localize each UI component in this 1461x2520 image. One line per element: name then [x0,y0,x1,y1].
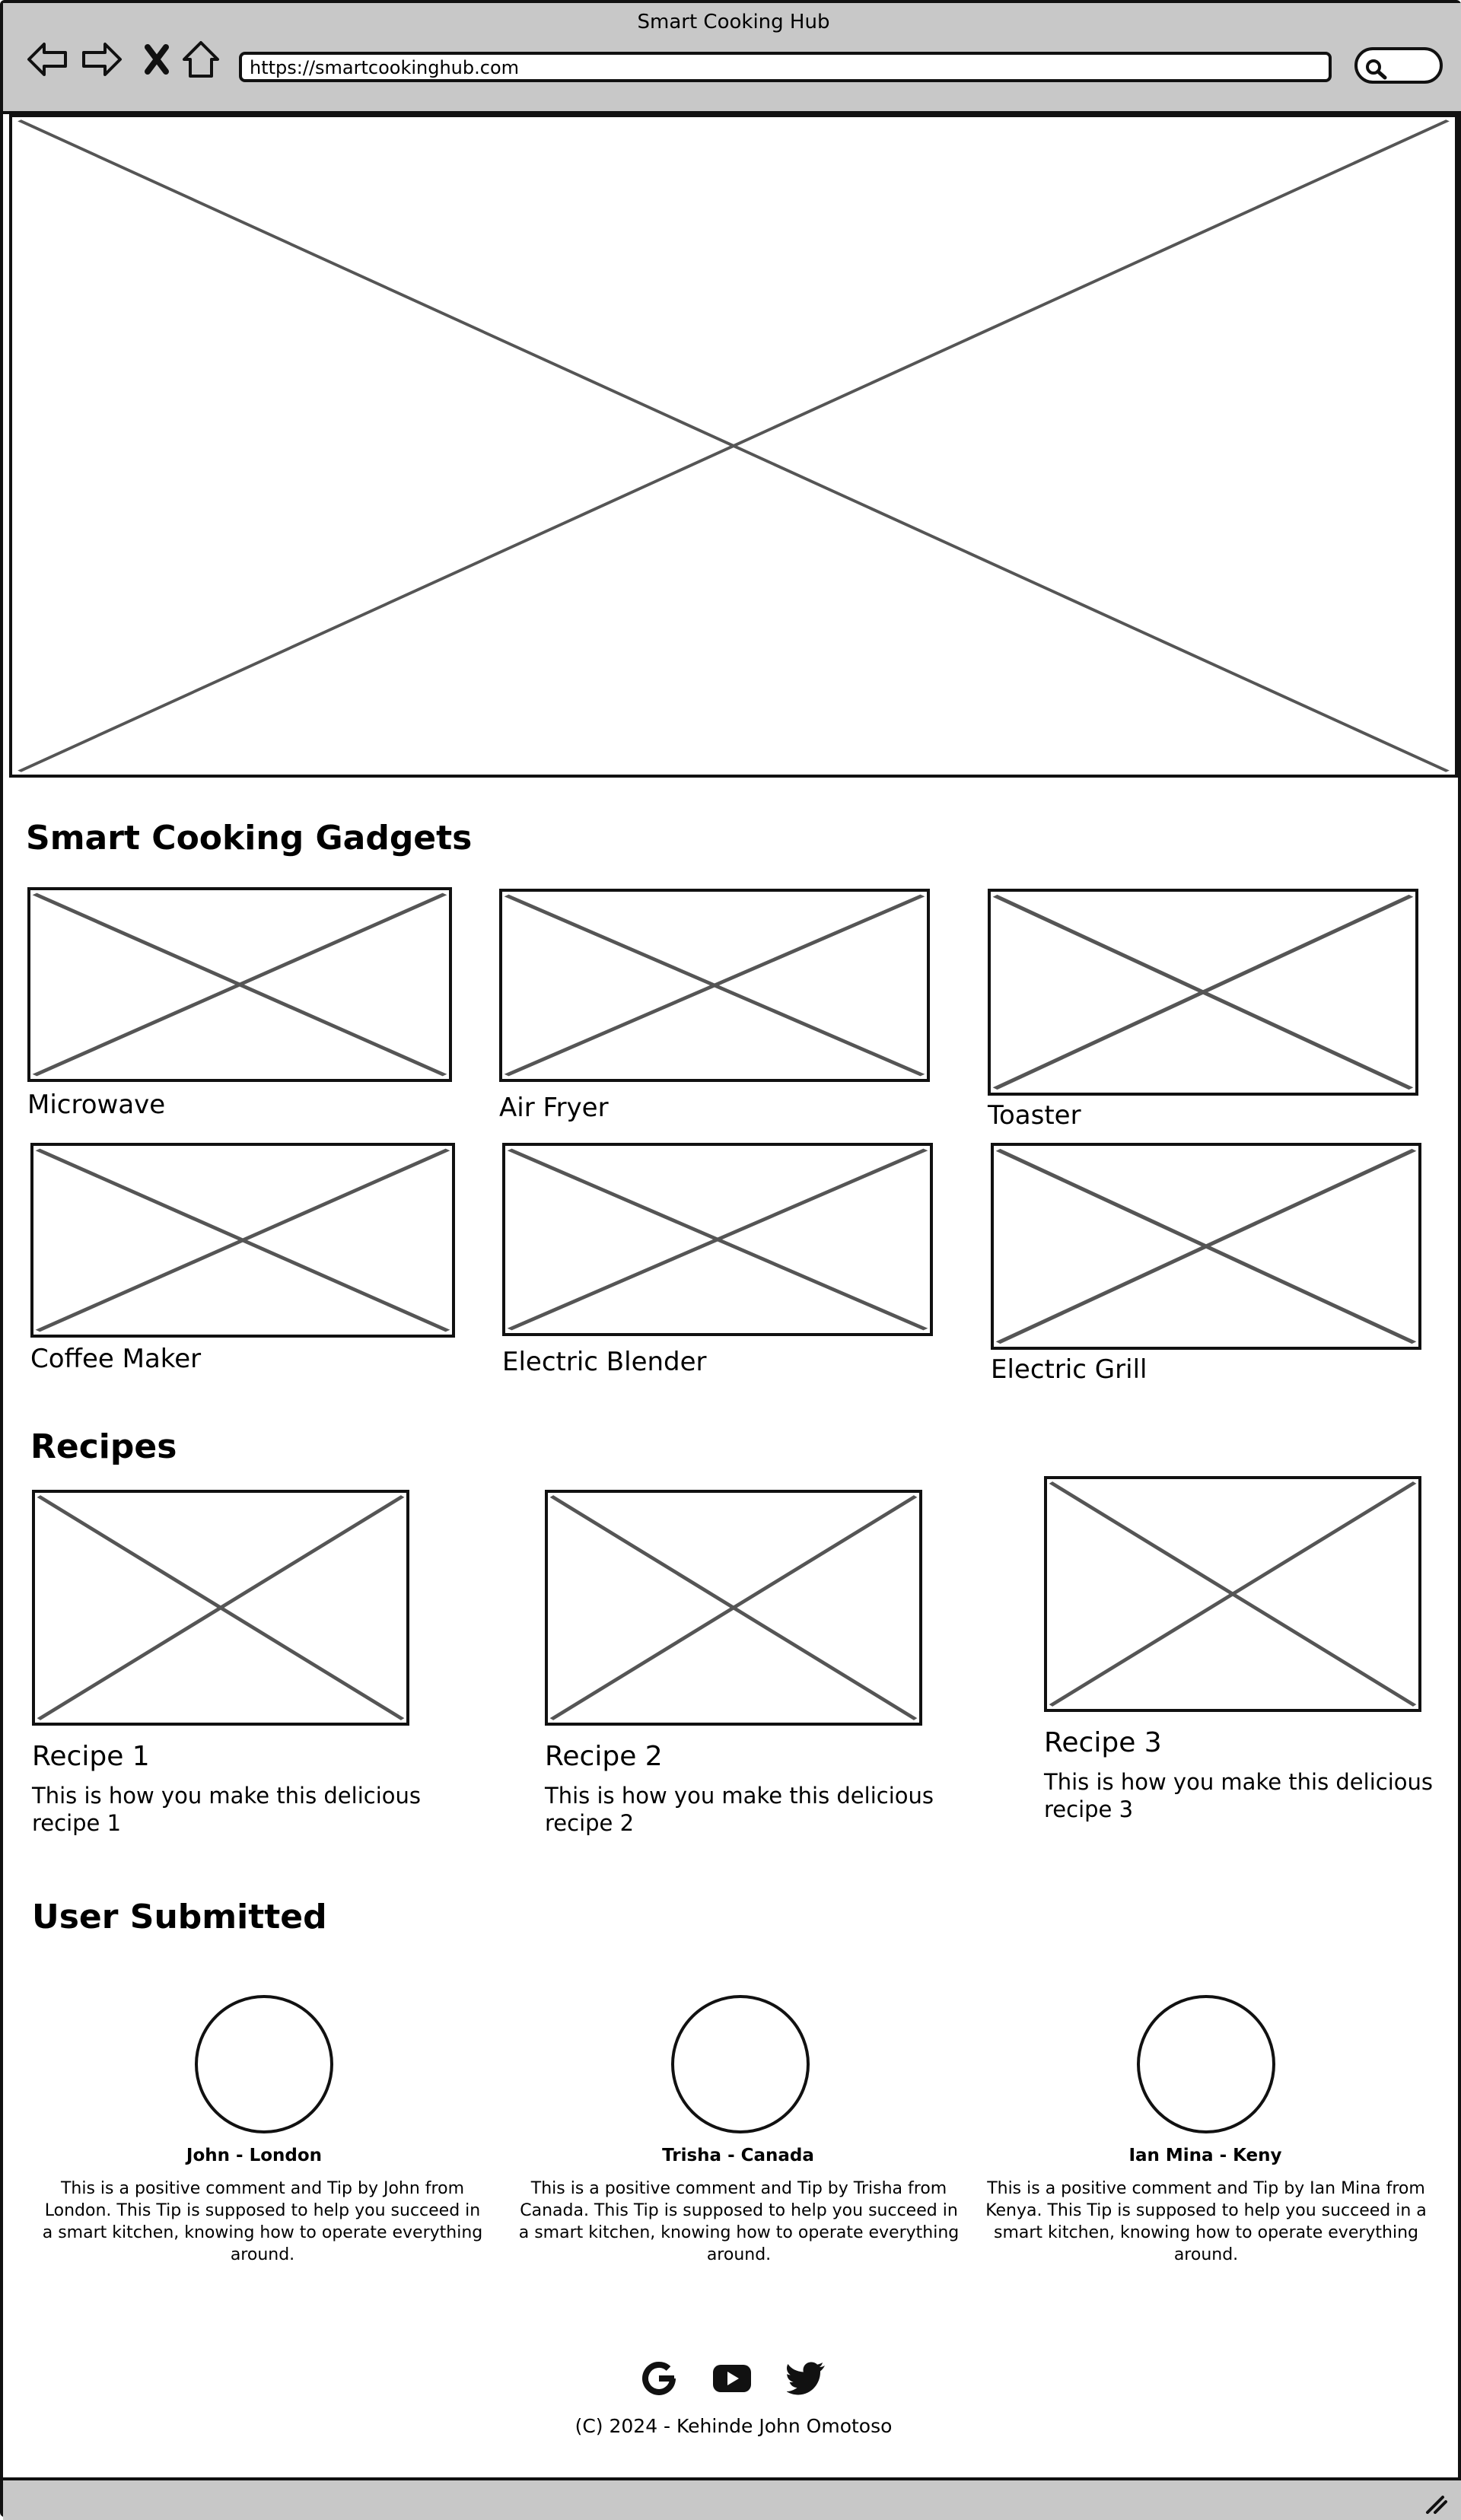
avatar [195,1995,333,2133]
gadget-label[interactable]: Air Fryer [499,1093,609,1123]
search-button[interactable] [1354,47,1443,84]
gadget-label[interactable]: Electric Blender [502,1347,707,1377]
twitter-icon [787,2362,825,2395]
recipe-description: This is how you make this delicious reci… [545,1783,934,1836]
image-placeholder-icon [35,1148,450,1332]
gadget-label[interactable]: Electric Grill [991,1354,1147,1385]
image-placeholder-icon [32,892,447,1077]
section-heading-gadgets: Smart Cooking Gadgets [26,819,473,858]
close-icon [145,44,169,75]
image-placeholder-icon [37,1495,405,1720]
gadget-image-coffee-maker[interactable] [30,1143,455,1338]
back-arrow-icon [27,43,67,76]
gadget-image-electric-grill[interactable] [991,1143,1421,1350]
avatar [671,1995,810,2133]
gadget-label[interactable]: Coffee Maker [30,1344,201,1374]
gadget-label[interactable]: Toaster [988,1100,1081,1131]
recipe-title[interactable]: Recipe 3 [1044,1727,1162,1758]
image-placeholder-icon [18,119,1450,772]
gadget-image-microwave[interactable] [27,887,452,1082]
gadget-image-electric-blender[interactable] [502,1143,933,1336]
copyright-text: (C) 2024 - Kehinde John Omotoso [575,2415,893,2437]
youtube-icon [713,2365,751,2392]
section-heading-user-submitted: User Submitted [32,1898,327,1936]
section-heading-recipes: Recipes [30,1427,177,1466]
user-name: Ian Mina - Keny [1128,2146,1282,2165]
home-icon [183,41,219,78]
avatar [1137,1995,1275,2133]
image-placeholder-icon [504,894,925,1077]
browser-status-bar [3,2477,1461,2520]
recipe-image-3[interactable] [1044,1476,1421,1712]
google-icon [642,2361,676,2395]
gadget-image-toaster[interactable] [988,889,1418,1096]
image-placeholder-icon [992,894,1414,1090]
search-icon [1366,59,1387,80]
image-placeholder-icon [549,1495,918,1720]
resize-handle-icon[interactable] [1424,2494,1447,2514]
youtube-link[interactable] [711,2357,753,2400]
recipe-title[interactable]: Recipe 1 [32,1741,150,1772]
image-placeholder-icon [995,1148,1417,1344]
user-name: Trisha - Canada [662,2146,814,2165]
image-placeholder-icon [507,1148,928,1331]
address-bar[interactable]: https://smartcookinghub.com [239,52,1332,82]
home-button[interactable] [178,37,224,82]
stop-button[interactable] [134,37,180,82]
gadget-label[interactable]: Microwave [27,1090,165,1120]
recipe-description: This is how you make this delicious reci… [32,1783,421,1836]
twitter-link[interactable] [785,2357,828,2400]
recipe-image-1[interactable] [32,1490,409,1726]
browser-toolbar: Smart Cooking Hub https://smartcookinghu… [3,3,1461,114]
user-comment: This is a positive comment and Tip by Jo… [42,2179,483,2264]
recipe-title[interactable]: Recipe 2 [545,1741,663,1772]
forward-button[interactable] [79,37,125,82]
user-name: John - London [186,2146,323,2165]
recipe-image-2[interactable] [545,1490,922,1726]
google-link[interactable] [638,2357,680,2400]
user-comment: This is a positive comment and Tip by Ia… [985,2179,1427,2264]
back-button[interactable] [24,37,70,82]
hero-image [9,114,1458,778]
forward-arrow-icon [82,43,122,76]
browser-window: Smart Cooking Hub https://smartcookinghu… [0,0,1461,2520]
image-placeholder-icon [1049,1481,1417,1707]
gadget-image-air-fryer[interactable] [499,889,930,1082]
window-title: Smart Cooking Hub [637,11,830,33]
user-comment: This is a positive comment and Tip by Tr… [518,2179,960,2264]
recipe-description: This is how you make this delicious reci… [1044,1769,1433,1822]
